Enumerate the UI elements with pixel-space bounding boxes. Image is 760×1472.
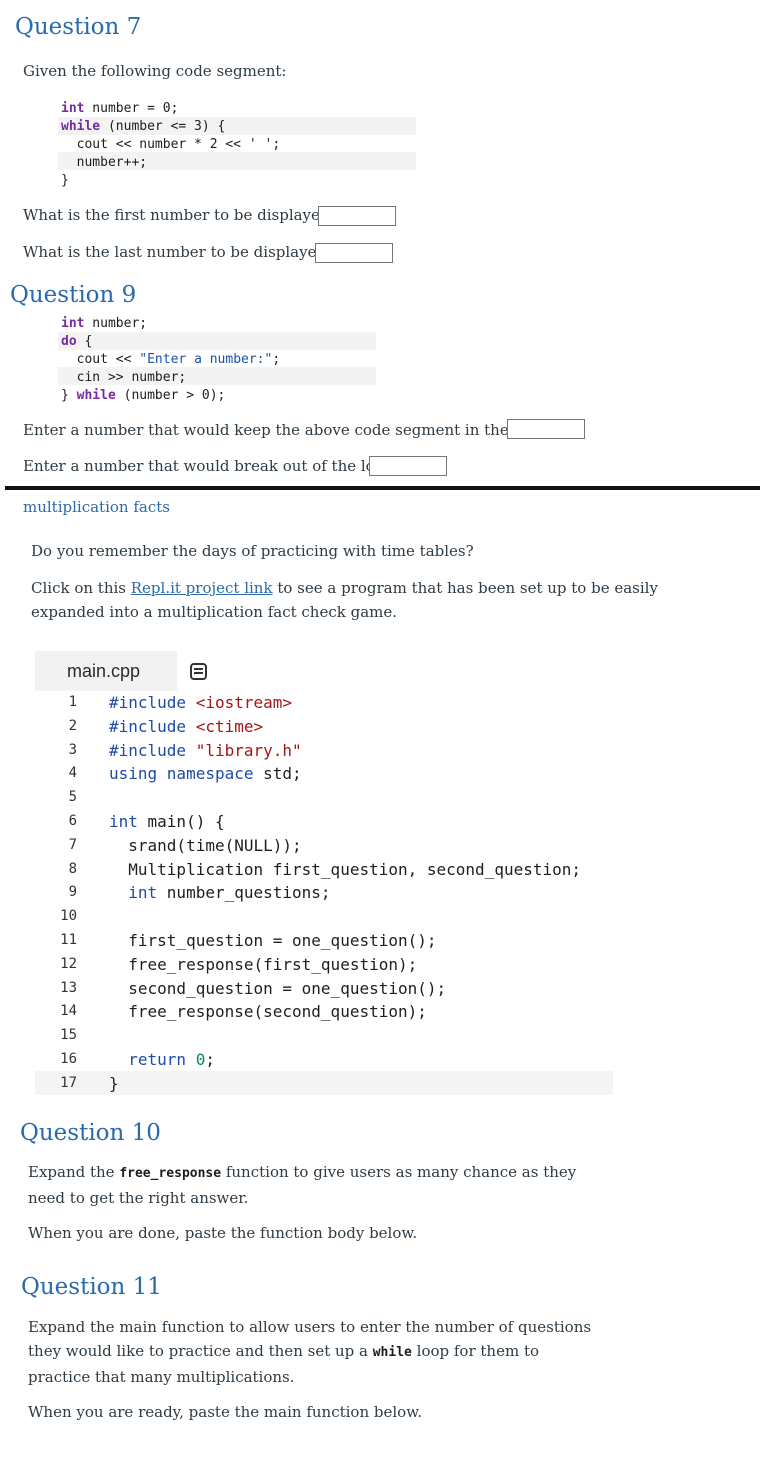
question-7-title: Question 7 <box>15 14 142 40</box>
line-number: 7 <box>68 837 77 853</box>
code-line: first_question = one_question(); <box>109 931 437 950</box>
line-number: 3 <box>68 742 77 758</box>
code-line: } <box>109 1074 119 1093</box>
line-number: 13 <box>60 980 77 996</box>
line-number: 5 <box>68 789 77 805</box>
code-line: int main() { <box>109 812 225 831</box>
line-number: 16 <box>60 1051 77 1067</box>
line-number: 14 <box>60 1003 77 1019</box>
break-loop-label: Enter a number that would break out of t… <box>23 457 394 475</box>
line-number: 11 <box>60 932 77 948</box>
code-line: return 0; <box>109 1050 215 1069</box>
first-number-input[interactable] <box>318 206 396 226</box>
question-11-title: Question 11 <box>21 1274 162 1300</box>
break-loop-input[interactable] <box>369 456 447 476</box>
repl-project-link[interactable]: Repl.it project link <box>131 579 273 597</box>
repl-paragraph: Click on this Repl.it project link to se… <box>31 579 658 621</box>
file-list-icon[interactable] <box>190 663 207 680</box>
code-line: using namespace std; <box>109 764 302 783</box>
code-line: Multiplication first_question, second_qu… <box>109 860 582 879</box>
code-line: #include <ctime> <box>109 717 264 736</box>
file-tab-main-cpp[interactable]: main.cpp <box>35 651 177 691</box>
code-line: second_question = one_question(); <box>109 979 447 998</box>
code-line: srand(time(NULL)); <box>109 836 302 855</box>
line-number: 15 <box>60 1027 77 1043</box>
line-number: 17 <box>60 1075 77 1091</box>
question-11-paste-note: When you are ready, paste the main funct… <box>28 1403 423 1421</box>
code-line: free_response(first_question); <box>109 955 418 974</box>
question-10-instructions: Expand the free_response function to giv… <box>28 1163 577 1207</box>
code-line: #include "library.h" <box>109 741 302 760</box>
last-number-label: What is the last number to be displayed? <box>23 243 335 261</box>
line-number: 2 <box>68 718 77 734</box>
question-7-intro: Given the following code segment: <box>23 62 287 80</box>
question-9-code: int number; do { cout << "Enter a number… <box>61 316 281 403</box>
first-number-label: What is the first number to be displayed… <box>23 206 338 224</box>
multiplication-facts-link[interactable]: multiplication facts <box>23 498 170 516</box>
code-line: free_response(second_question); <box>109 1002 427 1021</box>
while-code: while <box>372 1345 412 1360</box>
code-line: int number_questions; <box>109 883 331 902</box>
free-response-code: free_response <box>119 1166 222 1181</box>
question-7-code: int number = 0; while (number <= 3) { co… <box>61 101 281 188</box>
question-9-title: Question 9 <box>10 282 137 308</box>
question-10-paste-note: When you are done, paste the function bo… <box>28 1224 418 1242</box>
line-number: 10 <box>60 908 77 924</box>
code-line: #include <iostream> <box>109 693 293 712</box>
line-number: 12 <box>60 956 77 972</box>
file-tab-label: main.cpp <box>67 661 141 681</box>
line-number: 1 <box>68 694 77 710</box>
line-number: 6 <box>68 813 77 829</box>
intro-paragraph: Do you remember the days of practicing w… <box>31 542 474 560</box>
stay-in-loop-input[interactable] <box>507 419 585 439</box>
line-number: 4 <box>68 765 77 781</box>
stay-in-loop-label: Enter a number that would keep the above… <box>23 421 546 439</box>
section-divider <box>5 486 760 490</box>
line-number: 8 <box>68 861 77 877</box>
line-number: 9 <box>68 884 77 900</box>
question-11-instructions: Expand the main function to allow users … <box>28 1318 592 1386</box>
active-line-highlight <box>35 1071 613 1095</box>
question-10-title: Question 10 <box>20 1120 161 1146</box>
last-number-input[interactable] <box>315 243 393 263</box>
